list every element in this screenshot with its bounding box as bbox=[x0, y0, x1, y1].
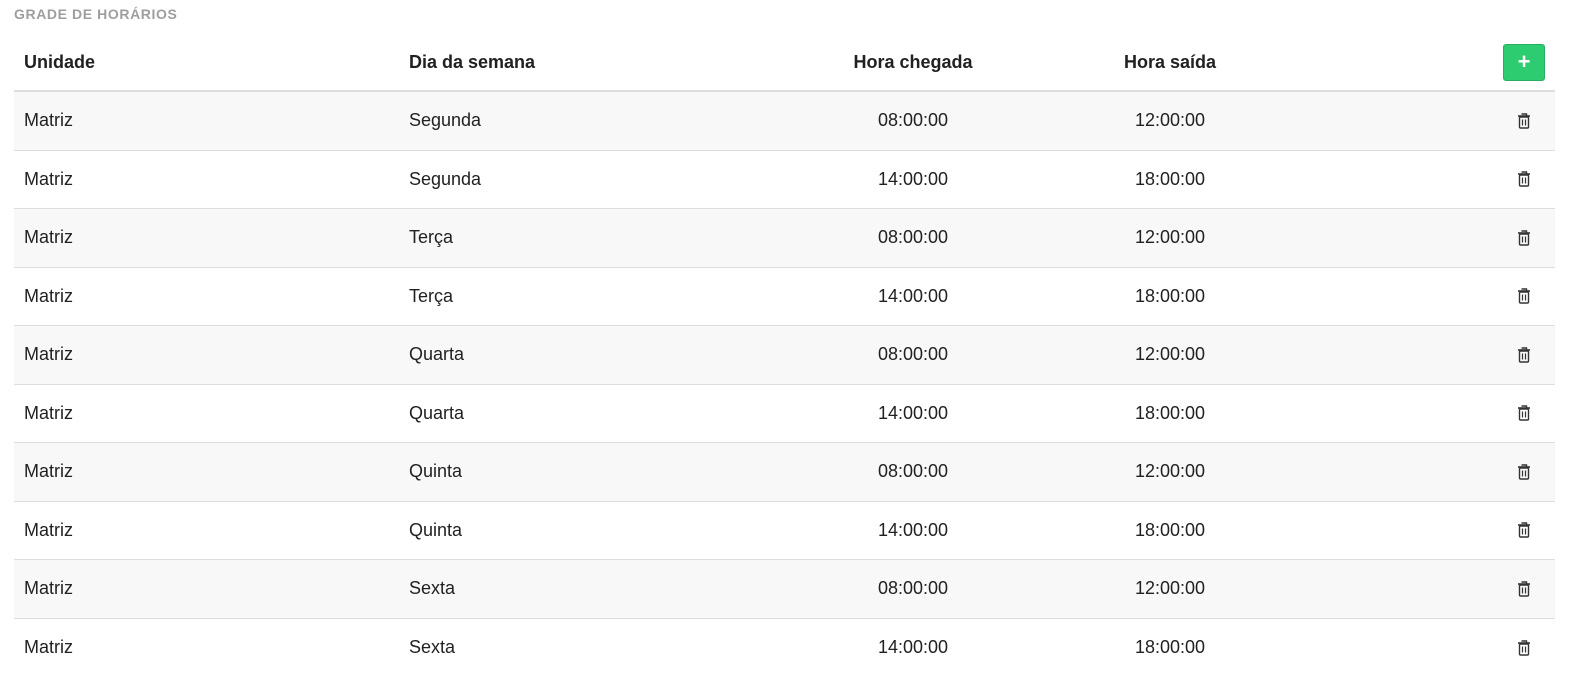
cell-unidade: Matriz bbox=[24, 461, 73, 482]
header-hora-saida: Hora saída bbox=[1123, 51, 1217, 72]
trash-icon[interactable] bbox=[1514, 579, 1534, 599]
trash-icon[interactable] bbox=[1514, 638, 1534, 658]
cell-action bbox=[1503, 385, 1545, 443]
cell-unidade: Matriz bbox=[24, 637, 73, 658]
table-row: Matriz Segunda 08:00:00 12:00:00 bbox=[14, 92, 1555, 151]
cell-unidade: Matriz bbox=[24, 402, 73, 423]
cell-action bbox=[1503, 502, 1545, 560]
table-row: Matriz Quinta 08:00:00 12:00:00 bbox=[14, 443, 1555, 502]
trash-icon[interactable] bbox=[1514, 169, 1534, 189]
header-hora-chegada: Hora chegada bbox=[853, 51, 973, 72]
cell-hora-chegada: 08:00:00 bbox=[877, 344, 949, 365]
add-schedule-button[interactable]: + bbox=[1503, 43, 1545, 81]
cell-hora-saida: 18:00:00 bbox=[1134, 168, 1206, 189]
table-header: Unidade Dia da semana Hora chegada Hora … bbox=[14, 34, 1555, 92]
cell-dia-da-semana: Segunda bbox=[409, 168, 482, 189]
table-body: Matriz Segunda 08:00:00 12:00:00 Matriz Segun… bbox=[14, 92, 1555, 677]
cell-hora-saida: 18:00:00 bbox=[1134, 402, 1206, 423]
table-row: Matriz Sexta 08:00:00 12:00:00 bbox=[14, 560, 1555, 619]
cell-hora-chegada: 14:00:00 bbox=[877, 637, 949, 658]
trash-icon[interactable] bbox=[1514, 403, 1534, 423]
cell-hora-chegada: 14:00:00 bbox=[877, 402, 949, 423]
table-row: Matriz Quarta 14:00:00 18:00:00 bbox=[14, 384, 1555, 443]
cell-action bbox=[1503, 151, 1545, 209]
trash-icon[interactable] bbox=[1514, 462, 1534, 482]
trash-icon[interactable] bbox=[1514, 520, 1534, 540]
cell-action bbox=[1503, 326, 1545, 384]
cell-hora-chegada: 14:00:00 bbox=[877, 168, 949, 189]
cell-unidade: Matriz bbox=[24, 110, 73, 131]
table-row: Matriz Segunda 14:00:00 18:00:00 bbox=[14, 150, 1555, 209]
cell-hora-saida: 12:00:00 bbox=[1134, 227, 1206, 248]
trash-icon[interactable] bbox=[1514, 345, 1534, 365]
cell-action bbox=[1503, 268, 1545, 326]
cell-hora-saida: 12:00:00 bbox=[1134, 344, 1206, 365]
header-dia-da-semana: Dia da semana bbox=[409, 51, 536, 72]
plus-icon: + bbox=[1517, 49, 1531, 74]
cell-hora-saida: 18:00:00 bbox=[1134, 637, 1206, 658]
cell-hora-chegada: 14:00:00 bbox=[877, 519, 949, 540]
header-action: + bbox=[1503, 34, 1545, 90]
cell-unidade: Matriz bbox=[24, 578, 73, 599]
cell-hora-saida: 12:00:00 bbox=[1134, 461, 1206, 482]
cell-unidade: Matriz bbox=[24, 168, 73, 189]
cell-hora-saida: 18:00:00 bbox=[1134, 519, 1206, 540]
cell-unidade: Matriz bbox=[24, 344, 73, 365]
cell-unidade: Matriz bbox=[24, 227, 73, 248]
cell-action bbox=[1503, 209, 1545, 267]
table-row: Matriz Terça 14:00:00 18:00:00 bbox=[14, 267, 1555, 326]
table-row: Matriz Quinta 14:00:00 18:00:00 bbox=[14, 501, 1555, 560]
cell-action bbox=[1503, 560, 1545, 618]
table-row: Matriz Sexta 14:00:00 18:00:00 bbox=[14, 618, 1555, 678]
trash-icon[interactable] bbox=[1514, 228, 1534, 248]
cell-dia-da-semana: Segunda bbox=[409, 110, 482, 131]
cell-unidade: Matriz bbox=[24, 285, 73, 306]
cell-dia-da-semana: Quinta bbox=[409, 461, 463, 482]
cell-hora-saida: 18:00:00 bbox=[1134, 285, 1206, 306]
trash-icon[interactable] bbox=[1514, 111, 1534, 131]
cell-action bbox=[1503, 92, 1545, 150]
cell-hora-chegada: 08:00:00 bbox=[877, 578, 949, 599]
schedule-table: Unidade Dia da semana Hora chegada Hora … bbox=[14, 34, 1555, 677]
cell-hora-chegada: 08:00:00 bbox=[877, 461, 949, 482]
section-title: GRADE DE HORÁRIOS bbox=[14, 6, 178, 22]
cell-dia-da-semana: Quarta bbox=[409, 402, 465, 423]
cell-hora-chegada: 08:00:00 bbox=[877, 227, 949, 248]
header-unidade: Unidade bbox=[24, 51, 96, 72]
cell-unidade: Matriz bbox=[24, 519, 73, 540]
cell-action bbox=[1503, 443, 1545, 501]
cell-dia-da-semana: Quarta bbox=[409, 344, 465, 365]
cell-dia-da-semana: Sexta bbox=[409, 637, 456, 658]
cell-hora-chegada: 14:00:00 bbox=[877, 285, 949, 306]
cell-dia-da-semana: Terça bbox=[409, 285, 454, 306]
cell-hora-saida: 12:00:00 bbox=[1134, 110, 1206, 131]
cell-dia-da-semana: Sexta bbox=[409, 578, 456, 599]
cell-hora-chegada: 08:00:00 bbox=[877, 110, 949, 131]
cell-dia-da-semana: Terça bbox=[409, 227, 454, 248]
table-row: Matriz Quarta 08:00:00 12:00:00 bbox=[14, 326, 1555, 385]
trash-icon[interactable] bbox=[1514, 286, 1534, 306]
cell-dia-da-semana: Quinta bbox=[409, 519, 463, 540]
cell-action bbox=[1503, 619, 1545, 678]
table-row: Matriz Terça 08:00:00 12:00:00 bbox=[14, 209, 1555, 268]
cell-hora-saida: 12:00:00 bbox=[1134, 578, 1206, 599]
